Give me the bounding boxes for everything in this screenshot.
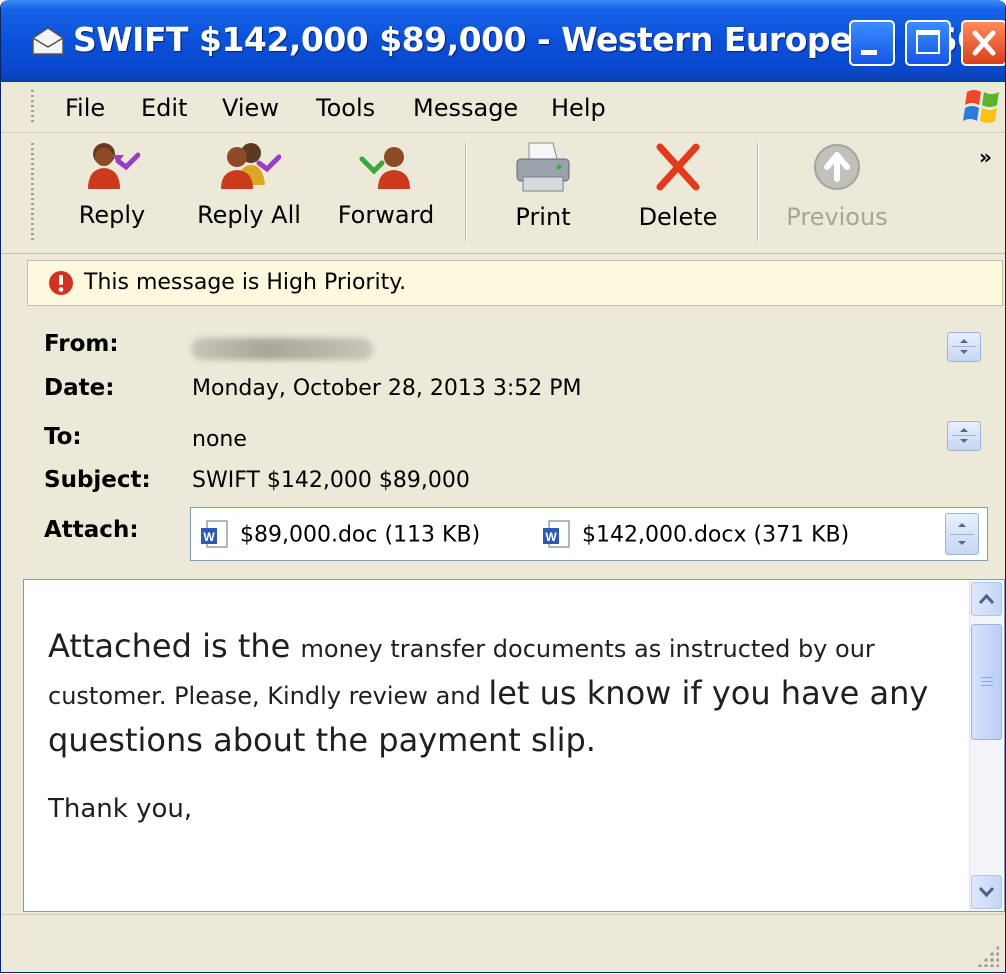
toolbar: Reply Reply All Forward Print Delete Pre…: [1, 133, 1005, 254]
reply-button[interactable]: Reply: [69, 141, 155, 245]
chevron-up-icon: [958, 523, 966, 527]
chevron-up-icon: [960, 339, 968, 343]
status-bar: [1, 914, 1005, 972]
menu-message[interactable]: Message: [413, 94, 518, 122]
word-document-icon: W: [201, 520, 228, 548]
from-value-redacted: [191, 338, 373, 360]
scroll-thumb[interactable]: [971, 624, 1002, 740]
header-toggle-button[interactable]: [947, 332, 981, 362]
forward-button[interactable]: Forward: [331, 141, 441, 245]
attachment-name: $89,000.doc (113 KB): [240, 522, 481, 548]
body-scrollbar[interactable]: [969, 580, 1004, 911]
title-bar[interactable]: SWIFT $142,000 $89,000 - Western Europea…: [1, 0, 1005, 82]
attachments-scroll-button[interactable]: [945, 513, 979, 555]
high-priority-icon: [49, 271, 73, 295]
recipients-toggle-button[interactable]: [947, 421, 981, 451]
toolbar-grip[interactable]: [31, 143, 34, 241]
to-label: To:: [44, 424, 82, 450]
print-label: Print: [515, 203, 571, 231]
delete-label: Delete: [638, 203, 718, 231]
resize-grip-icon[interactable]: [977, 945, 999, 967]
message-body[interactable]: Attached is the money transfer documents…: [23, 579, 1005, 912]
forward-icon: [359, 147, 410, 189]
forward-label: Forward: [337, 201, 435, 229]
chevron-down-icon: [978, 886, 995, 898]
date-label: Date:: [44, 375, 115, 401]
previous-button[interactable]: Previous: [777, 141, 897, 245]
grip-line: [981, 677, 993, 678]
menu-help[interactable]: Help: [551, 94, 606, 122]
maximize-button[interactable]: [905, 20, 951, 66]
delete-x-icon: [656, 143, 700, 191]
toolbar-separator: [465, 143, 466, 241]
body-signoff: Thank you,: [48, 794, 193, 824]
toolbar-overflow-chevron[interactable]: »: [979, 145, 992, 169]
menu-tools[interactable]: Tools: [316, 94, 375, 122]
minimize-icon: [861, 50, 877, 55]
scroll-up-button[interactable]: [971, 582, 1002, 616]
close-icon: [972, 30, 996, 56]
reply-icon: [88, 143, 140, 189]
subject-value: SWIFT $142,000 $89,000: [192, 468, 470, 493]
to-value: none: [192, 427, 247, 452]
chevron-down-icon: [960, 350, 968, 354]
grip-line: [981, 685, 993, 686]
menu-edit[interactable]: Edit: [141, 94, 187, 122]
reply-label: Reply: [78, 201, 146, 229]
menu-file[interactable]: File: [65, 94, 105, 122]
close-button[interactable]: [961, 20, 1005, 66]
attachment-item[interactable]: W $89,000.doc (113 KB): [199, 520, 480, 550]
svg-text:W: W: [203, 530, 215, 544]
subject-label: Subject:: [44, 467, 151, 493]
menu-view[interactable]: View: [222, 94, 279, 122]
printer-icon: [516, 142, 570, 192]
attach-label: Attach:: [44, 517, 139, 543]
maximize-icon: [916, 30, 940, 54]
chevron-up-icon: [960, 428, 968, 432]
date-value: Monday, October 28, 2013 3:52 PM: [192, 376, 582, 401]
message-window: SWIFT $142,000 $89,000 - Western Europea…: [0, 0, 1006, 973]
scroll-down-button[interactable]: [971, 875, 1002, 909]
grip-line: [981, 681, 993, 682]
reply-all-icon: [221, 143, 281, 189]
toolbar-separator: [757, 143, 758, 241]
reply-all-label: Reply All: [197, 201, 301, 229]
chevron-up-icon: [978, 593, 995, 605]
menu-grip[interactable]: [31, 90, 34, 124]
body-paragraph: Attached is the money transfer documents…: [48, 624, 948, 762]
attachment-name: $142,000.docx (371 KB): [582, 522, 850, 548]
print-button[interactable]: Print: [503, 141, 583, 245]
menu-bar: File Edit View Tools Message Help: [1, 82, 1005, 133]
envelope-icon: [32, 27, 64, 55]
previous-label: Previous: [786, 203, 888, 231]
divider: [952, 435, 976, 436]
minimize-button[interactable]: [849, 20, 895, 66]
windows-logo-icon: [963, 90, 999, 123]
divider: [952, 346, 976, 347]
message-text: Attached is the money transfer documents…: [48, 624, 948, 824]
reply-all-button[interactable]: Reply All: [191, 141, 307, 245]
attachments-list: W $89,000.doc (113 KB) W $142,000.docx (…: [190, 507, 988, 561]
word-document-icon: W: [543, 520, 570, 548]
divider: [950, 534, 974, 535]
attachment-item[interactable]: W $142,000.docx (371 KB): [541, 520, 849, 550]
chevron-down-icon: [960, 439, 968, 443]
from-label: From:: [44, 331, 119, 357]
previous-arrow-icon: [814, 144, 860, 190]
svg-text:W: W: [545, 530, 557, 544]
body-text-large: Attached is the: [48, 627, 301, 665]
chevron-down-icon: [958, 541, 966, 545]
delete-button[interactable]: Delete: [631, 141, 725, 245]
priority-text: This message is High Priority.: [84, 270, 407, 295]
priority-banner: This message is High Priority.: [27, 260, 1003, 306]
